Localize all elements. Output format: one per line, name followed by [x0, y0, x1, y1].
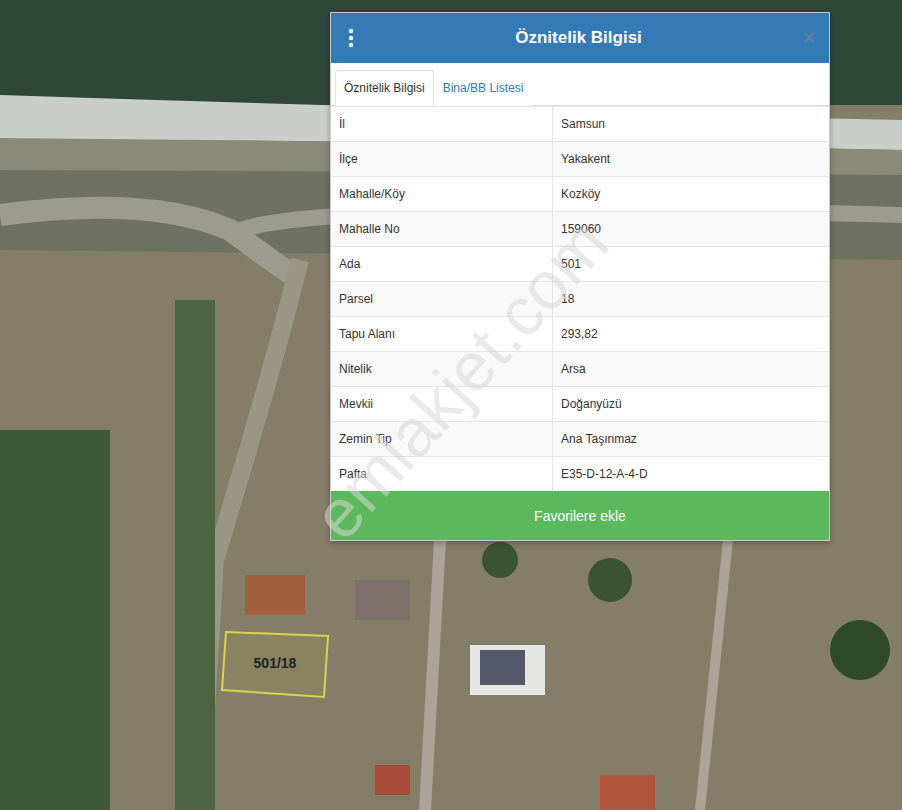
row-label: İlçe: [331, 142, 552, 176]
table-row: İlçeYakakent: [331, 141, 829, 176]
tab[interactable]: Öznitelik Bilgisi: [335, 70, 434, 106]
table-row: Zemin TipAna Taşınmaz: [331, 421, 829, 456]
row-label: İl: [331, 107, 552, 141]
row-value: Arsa: [552, 352, 829, 386]
table-row: PaftaE35-D-12-A-4-D: [331, 456, 829, 491]
row-label: Tapu Alanı: [331, 317, 552, 351]
row-value: E35-D-12-A-4-D: [552, 457, 829, 491]
row-label: Mahalle No: [331, 212, 552, 246]
row-label: Mevkii: [331, 387, 552, 421]
row-label: Ada: [331, 247, 552, 281]
row-value: Yakakent: [552, 142, 829, 176]
row-value: 501: [552, 247, 829, 281]
watermark: emlakjet.com: [257, 160, 663, 599]
popup-header: Öznitelik Bilgisi×: [331, 13, 829, 63]
table-row: Tapu Alanı293,82: [331, 316, 829, 351]
row-value: 18: [552, 282, 829, 316]
row-label: Zemin Tip: [331, 422, 552, 456]
row-value: 293,82: [552, 317, 829, 351]
row-label: Pafta: [331, 457, 552, 491]
table-row: MevkiiDoğanyüzü: [331, 386, 829, 421]
parcel-label[interactable]: 501/18: [222, 632, 328, 694]
attribute-popup: Öznitelik Bilgisi×Öznitelik BilgisiBina/…: [330, 12, 830, 541]
table-row: Mahalle/KöyKozköy: [331, 176, 829, 211]
table-row: Ada501: [331, 246, 829, 281]
tab-bar: Öznitelik BilgisiBina/BB Listesi: [331, 63, 829, 106]
attribute-table: İlSamsunİlçeYakakentMahalle/KöyKozköyMah…: [331, 106, 829, 491]
table-row: İlSamsun: [331, 106, 829, 141]
table-row: Mahalle No159060: [331, 211, 829, 246]
row-value: Ana Taşınmaz: [552, 422, 829, 456]
table-row: NitelikArsa: [331, 351, 829, 386]
row-label: Mahalle/Köy: [331, 177, 552, 211]
row-value: Samsun: [552, 107, 829, 141]
row-label: Parsel: [331, 282, 552, 316]
tab[interactable]: Bina/BB Listesi: [434, 70, 533, 106]
table-row: Parsel18: [331, 281, 829, 316]
add-favorites-button[interactable]: Favorilere ekle: [331, 491, 829, 540]
menu-icon[interactable]: [347, 28, 355, 48]
popup-title: Öznitelik Bilgisi: [355, 28, 802, 48]
row-value: Kozköy: [552, 177, 829, 211]
map-page: 501/18Öznitelik Bilgisi×Öznitelik Bilgis…: [0, 0, 902, 810]
row-value: Doğanyüzü: [552, 387, 829, 421]
row-label: Nitelik: [331, 352, 552, 386]
close-button[interactable]: ×: [802, 27, 815, 49]
row-value: 159060: [552, 212, 829, 246]
